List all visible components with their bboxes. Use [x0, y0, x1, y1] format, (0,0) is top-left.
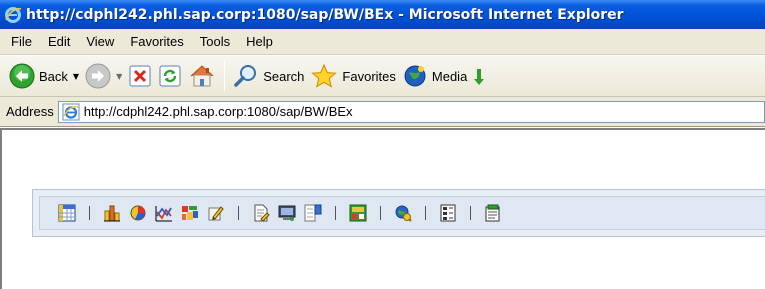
- history-button[interactable]: [470, 59, 490, 93]
- map-icon[interactable]: [179, 202, 201, 224]
- menu-tools[interactable]: Tools: [192, 32, 238, 51]
- bex-separator: [380, 206, 381, 220]
- pie-chart-icon[interactable]: [127, 202, 149, 224]
- menu-file[interactable]: File: [9, 32, 40, 51]
- tree-icon[interactable]: [302, 202, 324, 224]
- magnifier-icon: [234, 65, 257, 87]
- search-button[interactable]: Search: [230, 59, 307, 93]
- media-button[interactable]: Media: [399, 59, 470, 93]
- bex-separator: [470, 206, 471, 220]
- bex-separator: [238, 206, 239, 220]
- menu-bar: File Edit View Favorites Tools Help: [0, 29, 765, 55]
- table-icon[interactable]: [56, 202, 78, 224]
- page-content: [0, 128, 765, 289]
- favorites-label: Favorites: [342, 68, 396, 84]
- address-field-container: [57, 100, 765, 123]
- menu-help[interactable]: Help: [238, 32, 281, 51]
- monitor-icon[interactable]: [276, 202, 298, 224]
- stop-button[interactable]: [125, 59, 155, 93]
- search-label: Search: [263, 68, 305, 84]
- home-button[interactable]: [185, 59, 219, 93]
- list-icon[interactable]: [437, 202, 459, 224]
- menu-edit[interactable]: Edit: [40, 32, 78, 51]
- address-bar: Address: [0, 97, 765, 127]
- favorites-button[interactable]: Favorites: [307, 59, 398, 93]
- back-button[interactable]: Back ▼: [6, 59, 82, 93]
- menu-view[interactable]: View: [78, 32, 122, 51]
- ie-page-icon: [62, 103, 80, 120]
- media-label: Media: [431, 68, 468, 84]
- pencil-icon[interactable]: [205, 202, 227, 224]
- back-dropdown-icon[interactable]: ▼: [73, 72, 79, 81]
- toolbar-separator: [224, 61, 226, 91]
- forward-dropdown-icon[interactable]: ▼: [116, 72, 122, 81]
- forward-button[interactable]: ▼: [82, 59, 125, 93]
- line-chart-icon[interactable]: [153, 202, 175, 224]
- menu-favorites[interactable]: Favorites: [122, 32, 191, 51]
- bar-chart-icon[interactable]: [101, 202, 123, 224]
- stop-icon: [129, 65, 151, 87]
- export-icon[interactable]: [482, 202, 504, 224]
- bex-separator: [425, 206, 426, 220]
- bex-separator: [89, 206, 90, 220]
- alert-grid-icon[interactable]: [347, 202, 369, 224]
- ie-logo-icon: [5, 6, 22, 23]
- address-input[interactable]: [83, 104, 764, 119]
- window-title: http://cdphl242.phl.sap.corp:1080/sap/BW…: [26, 6, 624, 23]
- media-globe-icon: [404, 65, 426, 87]
- standard-toolbar: Back ▼ ▼ Search Favorites Media: [0, 55, 765, 97]
- title-bar: http://cdphl242.phl.sap.corp:1080/sap/BW…: [0, 0, 765, 29]
- bex-separator: [335, 206, 336, 220]
- back-label: Back: [39, 68, 68, 84]
- bex-toolbar-inner: [39, 196, 765, 230]
- refresh-button[interactable]: [155, 59, 185, 93]
- search-query-icon[interactable]: [392, 202, 414, 224]
- bex-toolbar: [32, 189, 765, 237]
- forward-arrow-icon: [85, 63, 111, 89]
- back-arrow-icon: [9, 63, 35, 89]
- refresh-icon: [159, 65, 181, 87]
- document-icon[interactable]: [250, 202, 272, 224]
- address-label: Address: [6, 104, 54, 119]
- home-icon: [190, 65, 214, 87]
- history-arrow-icon: [474, 69, 485, 85]
- star-icon: [311, 63, 338, 88]
